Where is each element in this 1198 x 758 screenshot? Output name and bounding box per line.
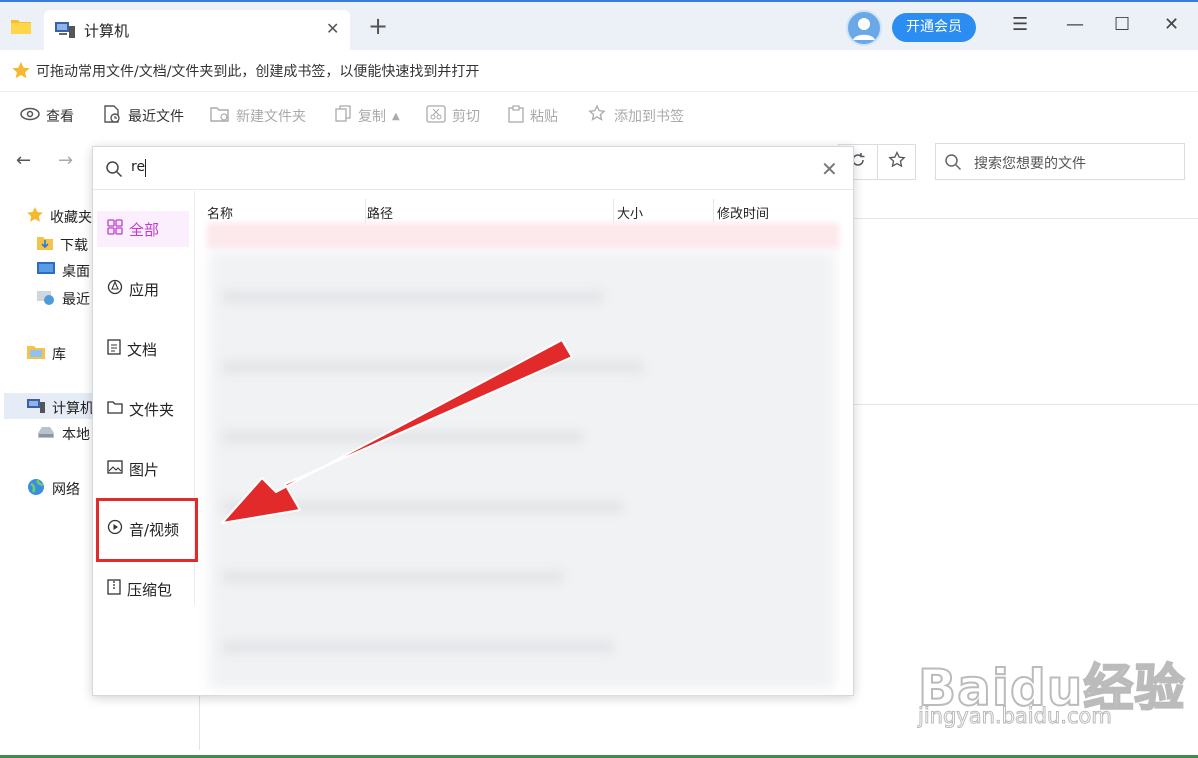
watermark-url: jingyan.baidu.com — [918, 704, 1113, 729]
annotation-arrow-icon — [221, 339, 573, 524]
